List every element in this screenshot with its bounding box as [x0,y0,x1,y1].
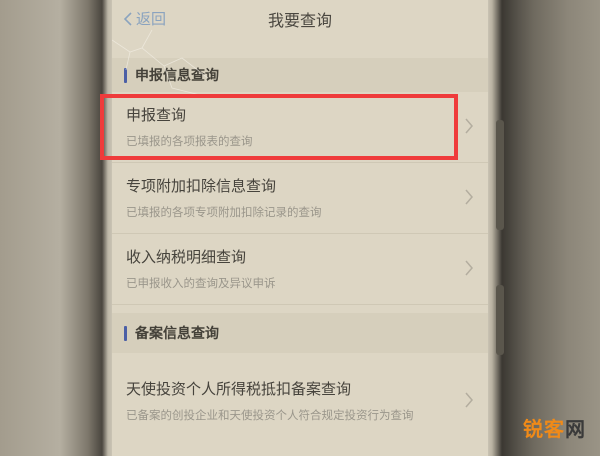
phone-side-button [496,285,504,355]
section-header-filing: 备案信息查询 [112,313,488,353]
phone-bezel-left [0,0,112,456]
section-marker [124,67,127,83]
section-header-declaration: 申报信息查询 [112,58,488,92]
list-item-special-deduction-query[interactable]: 专项附加扣除信息查询 已填报的各项专项附加扣除记录的查询 [112,163,488,234]
page-title: 我要查询 [267,11,332,30]
section-label: 申报信息查询 [135,68,219,84]
item-subtitle: 已填报的各项专项附加扣除记录的查询 [126,205,322,219]
section-label: 备案信息查询 [135,326,219,342]
item-title: 专项附加扣除信息查询 [126,177,277,195]
item-subtitle: 已申报收入的查询及异议申诉 [126,276,276,290]
phone-screen: 返回 我要查询 申报信息查询 申报查询 已填报的各项报表的查询 专项附加扣除信息… [112,0,488,456]
chevron-right-icon [465,392,473,408]
chevron-right-icon [465,189,473,205]
chevron-right-icon [465,118,473,134]
item-subtitle: 已备案的创投企业和天使投资个人符合规定投资行为查询 [126,408,414,422]
list-item-angel-investment-filing-query[interactable]: 天使投资个人所得税抵扣备案查询 已备案的创投企业和天使投资个人符合规定投资行为查… [112,366,488,456]
watermark-logo: 锐客网 [523,417,586,441]
chevron-right-icon [465,260,473,276]
item-title: 收入纳税明细查询 [126,248,247,266]
phone-bezel-right [488,0,600,456]
list-item-income-tax-detail-query[interactable]: 收入纳税明细查询 已申报收入的查询及异议申诉 [112,234,488,305]
nav-bar: 返回 我要查询 [112,0,488,40]
highlight-box [100,94,458,160]
phone-side-button [496,120,504,230]
section-marker [124,325,127,341]
item-title: 天使投资个人所得税抵扣备案查询 [126,380,352,398]
